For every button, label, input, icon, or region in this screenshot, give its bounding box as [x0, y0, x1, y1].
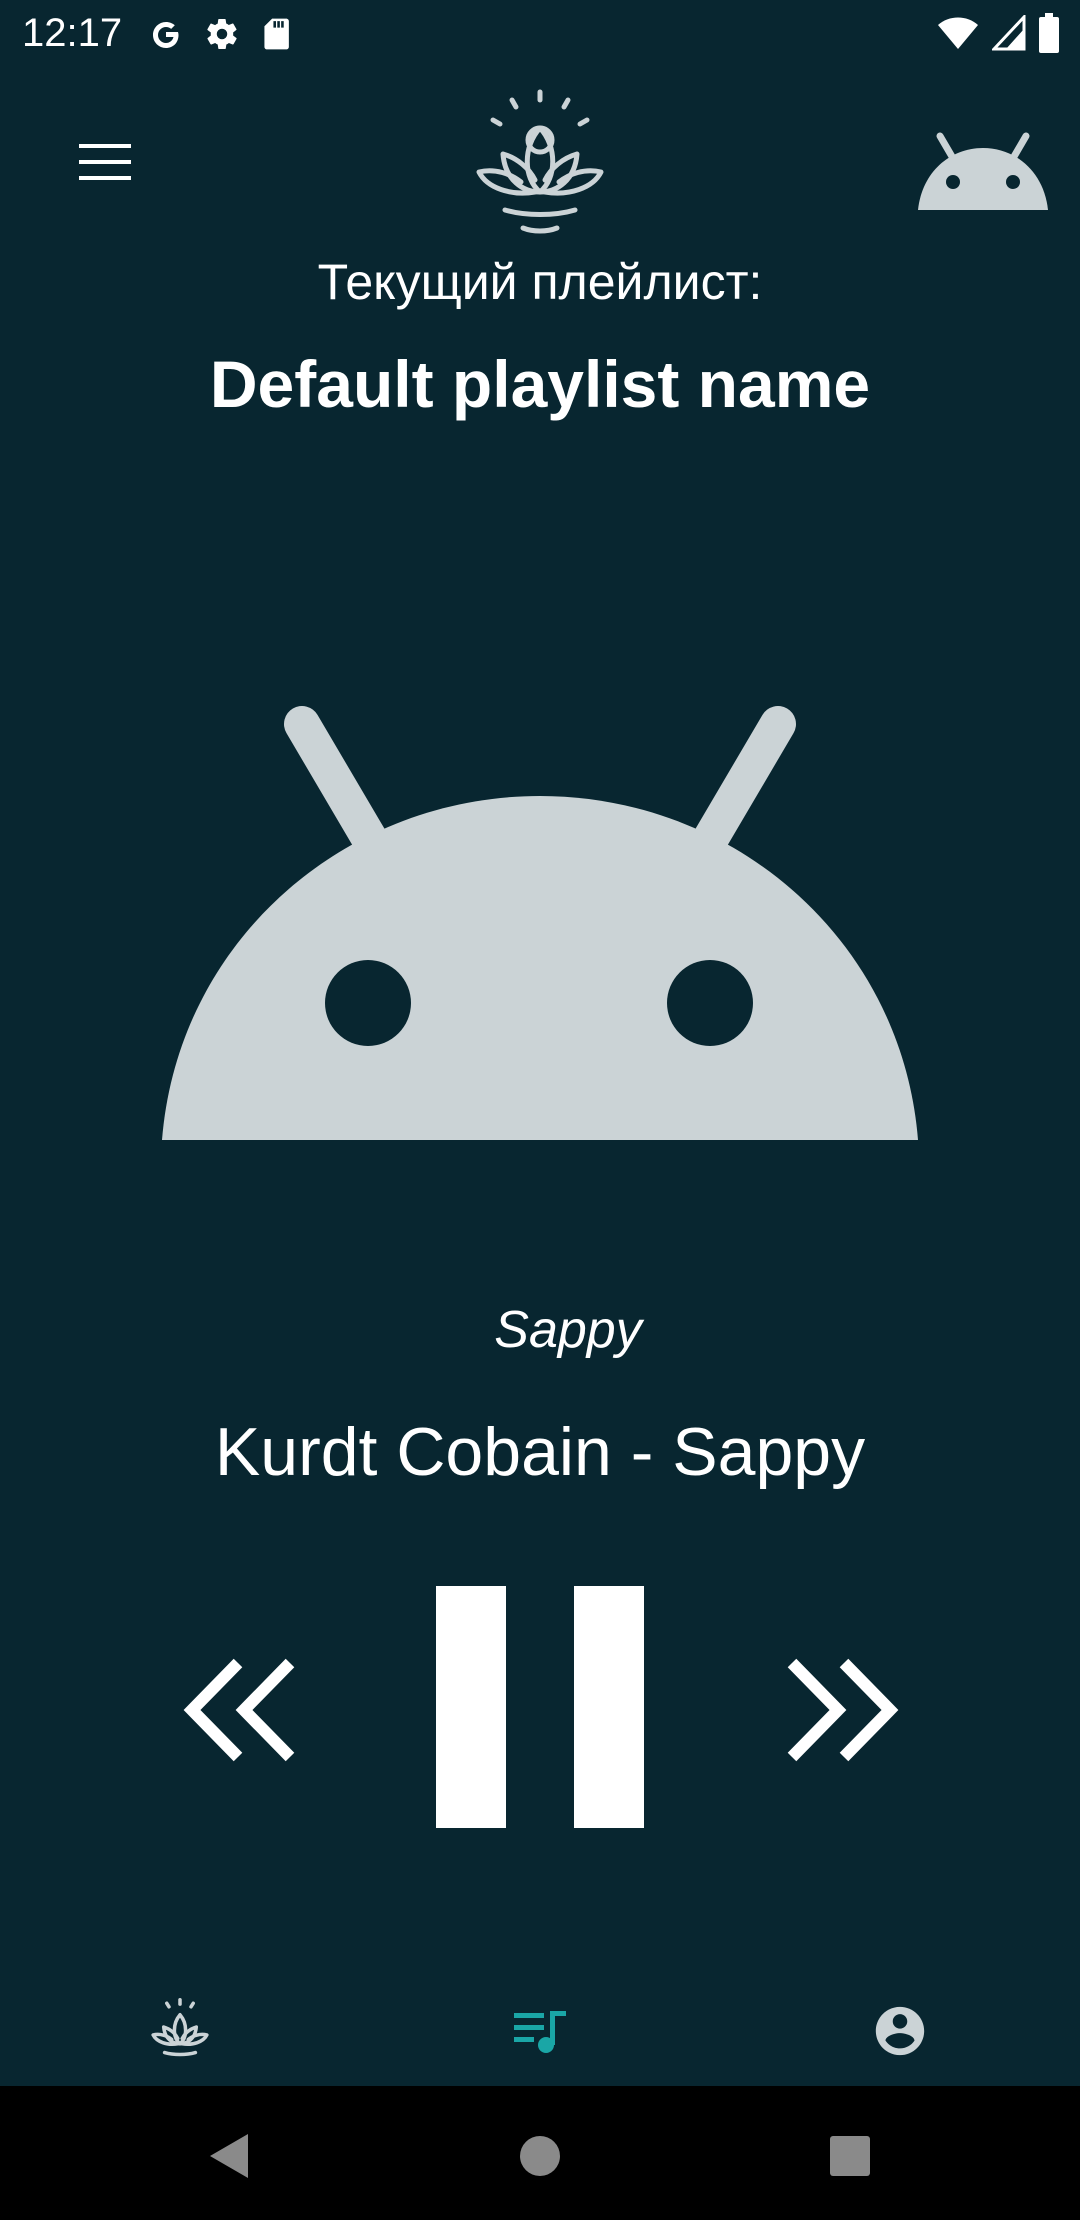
music-player-screen: 12:17 Текущий плейлист: Default playlist… — [0, 0, 1080, 2220]
artist-name: Kurdt Cobain — [214, 1414, 612, 1490]
playlist-caption: Текущий плейлист: — [317, 254, 763, 310]
nav-item-profile[interactable] — [720, 1976, 1080, 2086]
android-cover-icon — [162, 706, 918, 1140]
play-pause-button[interactable] — [430, 1582, 650, 1832]
bottom-navigation — [0, 1976, 1080, 2086]
status-bar: 12:17 — [0, 0, 1080, 66]
cell-signal-icon — [992, 15, 1026, 51]
artist-song-line: Kurdt Cobain - Sappy — [0, 1412, 1080, 1492]
home-circle-icon — [520, 2136, 560, 2176]
menu-button[interactable] — [62, 128, 148, 196]
status-time: 12:17 — [22, 11, 123, 55]
nav-item-meditation[interactable] — [0, 1976, 360, 2086]
double-chevron-left-icon — [183, 1658, 295, 1762]
status-right-icons — [936, 12, 1060, 54]
lotus-logo-icon — [476, 89, 604, 234]
double-chevron-right-icon — [787, 1658, 899, 1762]
pause-icon — [436, 1586, 644, 1828]
playlist-music-icon — [514, 2011, 566, 2053]
artist-song-separator: - — [611, 1414, 673, 1490]
previous-track-button[interactable] — [170, 1640, 310, 1780]
wifi-icon — [938, 17, 978, 49]
system-recents-button[interactable] — [810, 2116, 890, 2196]
next-track-button[interactable] — [772, 1640, 912, 1780]
nav-item-playlist[interactable] — [360, 1976, 720, 2086]
song-name: Sappy — [672, 1414, 866, 1490]
battery-icon — [1039, 13, 1059, 53]
back-triangle-icon — [210, 2134, 248, 2178]
system-navigation-bar — [0, 2086, 1080, 2220]
account-circle-icon — [875, 2006, 925, 2056]
hamburger-menu-icon — [79, 144, 131, 180]
track-title: Sappy — [494, 1301, 642, 1359]
google-icon — [153, 22, 179, 48]
lotus-icon — [151, 1998, 209, 2057]
playlist-name: Default playlist name — [209, 347, 871, 421]
recents-square-icon — [830, 2136, 870, 2176]
android-avatar-icon — [918, 132, 1048, 210]
avatar-button[interactable] — [916, 128, 1050, 214]
sd-card-icon — [264, 18, 289, 50]
system-back-button[interactable] — [188, 2116, 268, 2196]
settings-gear-icon — [207, 18, 237, 50]
system-home-button[interactable] — [500, 2116, 580, 2196]
status-left-icons — [148, 14, 292, 54]
